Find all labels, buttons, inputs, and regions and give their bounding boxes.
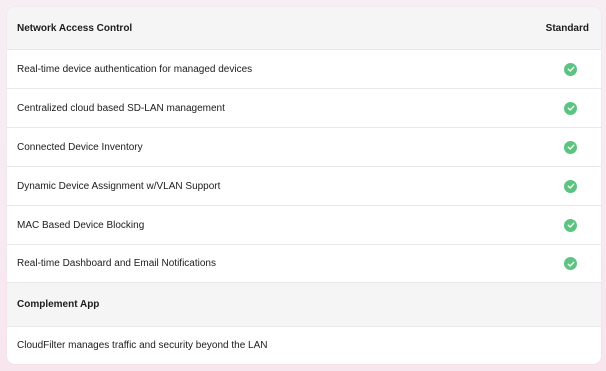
complement-row: CloudFilter manages traffic and security… [7,327,601,364]
feature-label: MAC Based Device Blocking [17,219,145,231]
feature-label: Real-time device authentication for mana… [17,63,253,75]
feature-row: MAC Based Device Blocking [7,206,601,245]
feature-comparison-card: Network Access Control Standard Real-tim… [7,7,601,364]
feature-row: Connected Device Inventory [7,128,601,167]
check-circle-icon [564,62,577,76]
feature-row: Real-time Dashboard and Email Notificati… [7,245,601,283]
feature-row: Real-time device authentication for mana… [7,50,601,89]
check-circle-icon [564,218,577,232]
section-header-complement-app: Complement App [7,283,601,327]
feature-label: Dynamic Device Assignment w/VLAN Support [17,180,221,192]
section-title: Network Access Control [17,22,133,34]
column-header-standard: Standard [545,22,589,34]
feature-row: Centralized cloud based SD-LAN managemen… [7,89,601,128]
check-circle-icon [564,257,577,270]
check-circle-icon [564,179,577,193]
feature-label: Real-time Dashboard and Email Notificati… [17,258,216,269]
feature-label: Centralized cloud based SD-LAN managemen… [17,102,225,114]
complement-title: Complement App [17,299,100,310]
complement-label: CloudFilter manages traffic and security… [17,340,268,351]
check-circle-icon [564,101,577,115]
section-header-network-access-control: Network Access Control Standard [7,7,601,50]
check-circle-icon [564,140,577,154]
feature-row: Dynamic Device Assignment w/VLAN Support [7,167,601,206]
feature-label: Connected Device Inventory [17,141,143,153]
